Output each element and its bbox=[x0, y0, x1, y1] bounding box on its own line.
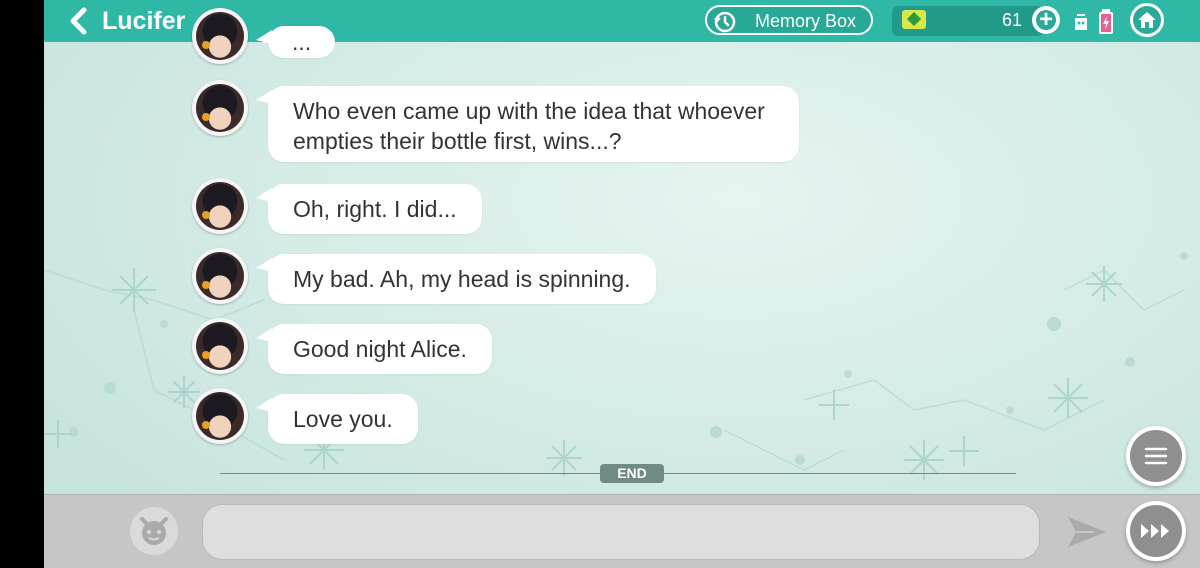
devil-face-icon bbox=[140, 517, 168, 545]
message-text: Love you. bbox=[293, 406, 393, 432]
end-label: END bbox=[600, 464, 664, 483]
home-icon bbox=[1138, 12, 1156, 28]
message-text: Good night Alice. bbox=[293, 336, 467, 362]
home-button[interactable] bbox=[1130, 3, 1164, 37]
message-bubble: My bad. Ah, my head is spinning. bbox=[256, 254, 656, 304]
memory-box-button[interactable]: Memory Box bbox=[705, 5, 873, 35]
message-bubble: Oh, right. I did... bbox=[256, 184, 482, 234]
back-button[interactable] bbox=[66, 6, 92, 36]
send-icon[interactable] bbox=[1066, 515, 1108, 549]
ghost-status-icon bbox=[1075, 14, 1087, 30]
message-text-line: Who even came up with the idea that whoe… bbox=[293, 98, 765, 124]
lucifer-avatar[interactable] bbox=[192, 248, 248, 304]
message-bubble: Who even came up with the idea that whoe… bbox=[256, 86, 799, 162]
currency-display: 61 bbox=[892, 6, 1044, 36]
lucifer-avatar[interactable] bbox=[192, 178, 248, 234]
hamburger-menu-icon bbox=[1144, 447, 1168, 465]
message-text-line: empties their bottle first, wins...? bbox=[293, 128, 622, 154]
lucifer-avatar[interactable] bbox=[192, 8, 248, 64]
add-currency-button[interactable] bbox=[1032, 5, 1060, 35]
stamp-button[interactable] bbox=[130, 507, 178, 555]
chat-screen: Lucifer Memory Box 61 + ... Who even cam… bbox=[44, 0, 1200, 568]
message-bubble: Love you. bbox=[256, 394, 418, 444]
chevron-left-icon bbox=[70, 7, 87, 35]
message-input[interactable] bbox=[202, 504, 1040, 560]
lucifer-avatar[interactable] bbox=[192, 318, 248, 374]
menu-button[interactable] bbox=[1126, 426, 1186, 486]
message-text: My bad. Ah, my head is spinning. bbox=[293, 266, 631, 292]
fast-forward-icon bbox=[1141, 524, 1169, 538]
gem-icon bbox=[902, 10, 926, 29]
lucifer-avatar[interactable] bbox=[192, 80, 248, 136]
auto-play-button[interactable] bbox=[1126, 501, 1186, 561]
lucifer-avatar[interactable] bbox=[192, 388, 248, 444]
message-text: ... bbox=[292, 29, 312, 55]
message-text: Oh, right. I did... bbox=[293, 196, 457, 222]
message-bubble: Good night Alice. bbox=[256, 324, 492, 374]
battery-icon bbox=[1099, 9, 1113, 34]
input-bar bbox=[44, 494, 1200, 568]
history-clock-icon bbox=[714, 11, 736, 33]
currency-count: 61 bbox=[1001, 10, 1022, 30]
chat-title: Lucifer bbox=[102, 7, 186, 35]
memory-box-label: Memory Box bbox=[755, 11, 857, 31]
message-bubble: ... bbox=[255, 26, 336, 58]
